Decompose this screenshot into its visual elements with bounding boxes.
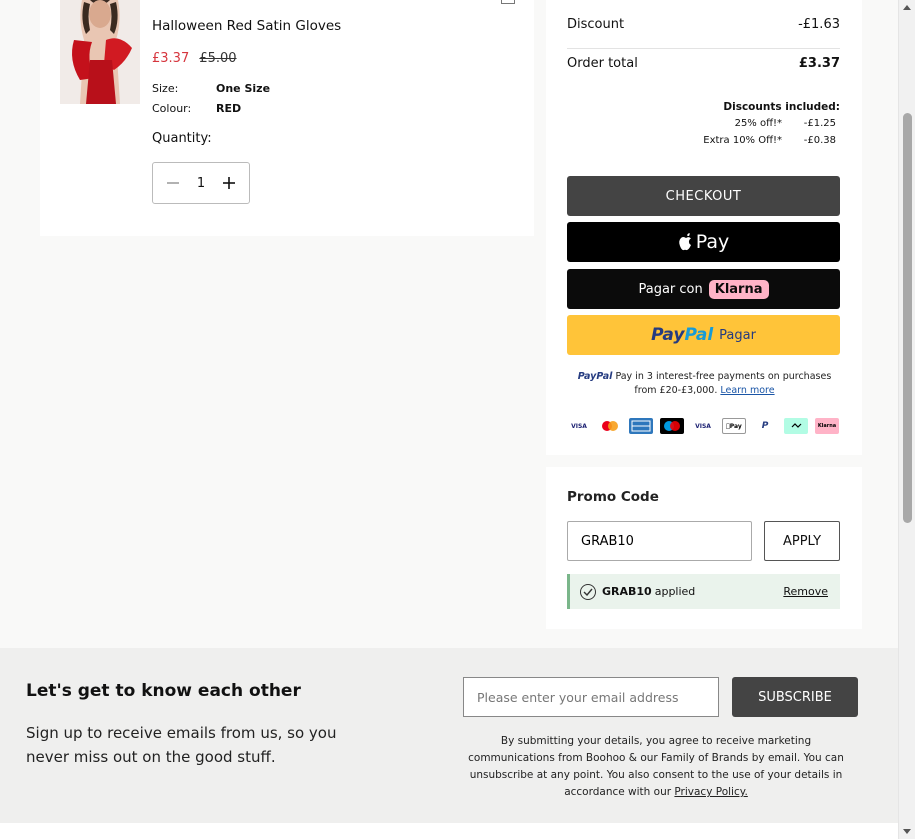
- original-price: £5.00: [199, 51, 237, 66]
- klarna-prefix: Pagar con: [638, 281, 703, 297]
- product-image[interactable]: [60, 0, 140, 104]
- quantity-label: Quantity:: [152, 131, 212, 146]
- quantity-value[interactable]: 1: [197, 176, 205, 191]
- colour-attribute: Colour: RED: [152, 102, 241, 115]
- discount-value: -£1.63: [798, 17, 840, 32]
- applied-code: GRAB10: [602, 585, 652, 598]
- klarna-icon: Klarna: [815, 418, 839, 434]
- colour-value: RED: [216, 102, 242, 115]
- scroll-down-arrow-icon[interactable]: [903, 829, 911, 834]
- footer-top-strip: [0, 823, 898, 839]
- paypal-logo-part2: Pal: [684, 325, 714, 345]
- discount-line: 25% off!* -£1.25: [662, 118, 836, 129]
- order-total-row: Order total £3.37: [567, 56, 840, 71]
- promo-title: Promo Code: [567, 489, 659, 505]
- newsletter-subtitle: Sign up to receive emails from us, so yo…: [26, 724, 337, 766]
- increase-quantity-button[interactable]: [219, 173, 239, 193]
- learn-more-link[interactable]: Learn more: [720, 385, 774, 396]
- paypal-info-logo: PayPal: [577, 371, 613, 382]
- apple-pay-label: Pay: [695, 231, 730, 253]
- product-title[interactable]: Halloween Red Satin Gloves: [152, 18, 341, 34]
- discount-line: Extra 10% Off!* -£0.38: [662, 135, 836, 146]
- discount-label: Discount: [567, 17, 625, 32]
- paypal-button[interactable]: PayPal Pagar: [567, 315, 840, 355]
- paypal-pay-in-3-message: PayPal Pay in 3 interest-free payments o…: [567, 370, 842, 398]
- apple-pay-button[interactable]: Pay: [567, 222, 840, 262]
- newsletter-title: Let's get to know each other: [26, 681, 301, 701]
- discount-name: 25% off!*: [734, 118, 782, 129]
- sale-price: £3.37: [152, 51, 190, 66]
- email-field[interactable]: [463, 677, 719, 717]
- discount-amount: -£0.38: [803, 135, 836, 146]
- discount-amount: -£1.25: [803, 118, 836, 129]
- privacy-policy-link[interactable]: Privacy Policy.: [674, 786, 747, 798]
- paypal-logo-part1: Pay: [651, 325, 685, 345]
- newsletter-legal: By submitting your details, you agree to…: [456, 733, 856, 801]
- discount-name: Extra 10% Off!*: [703, 135, 782, 146]
- remove-item-icon[interactable]: [501, 0, 515, 4]
- mastercard-icon: [598, 418, 622, 434]
- scrollbar-thumb[interactable]: [903, 113, 912, 523]
- order-total-label: Order total: [567, 56, 638, 71]
- paypal-logo: PayPal: [651, 325, 713, 345]
- visa-icon: VISA: [571, 422, 587, 430]
- quantity-stepper: 1: [152, 162, 250, 204]
- payment-methods: VISA VISA Pay P Klarna: [567, 418, 839, 434]
- cart-item-card: Halloween Red Satin Gloves £3.37 £5.00 S…: [40, 0, 534, 236]
- price-row: £3.37 £5.00: [152, 51, 237, 66]
- promo-code-section: Promo Code APPLY GRAB10 applied Remove: [546, 467, 862, 629]
- size-attribute: Size: One Size: [152, 82, 270, 95]
- scroll-up-arrow-icon[interactable]: [903, 5, 911, 10]
- size-value: One Size: [216, 82, 271, 95]
- apple-pay-icon: Pay: [722, 418, 746, 434]
- newsletter-signup: Let's get to know each other Sign up to …: [0, 648, 898, 823]
- discounts-included-label: Discounts included:: [723, 101, 840, 113]
- order-total-value: £3.37: [798, 56, 840, 71]
- minus-icon: [167, 182, 179, 184]
- plus-icon: [223, 177, 235, 189]
- legal-text: By submitting your details, you agree to…: [468, 735, 844, 798]
- visa-electron-icon: VISA: [695, 422, 711, 430]
- page-scrollbar[interactable]: [898, 0, 915, 839]
- checkout-button[interactable]: CHECKOUT: [567, 176, 840, 216]
- decrease-quantity-button[interactable]: [163, 173, 183, 193]
- order-summary: Discount -£1.63 Order total £3.37 Discou…: [546, 0, 862, 455]
- apple-icon: [678, 233, 691, 251]
- subscribe-button[interactable]: SUBSCRIBE: [732, 677, 858, 717]
- clearpay-icon: [784, 418, 808, 434]
- size-label: Size:: [152, 82, 179, 95]
- remove-promo-link[interactable]: Remove: [783, 585, 828, 598]
- promo-code-input[interactable]: [567, 521, 752, 561]
- applied-text: applied: [654, 585, 696, 598]
- apply-promo-button[interactable]: APPLY: [764, 521, 840, 561]
- maestro-icon: [660, 418, 684, 434]
- klarna-button[interactable]: Pagar con Klarna: [567, 269, 840, 309]
- divider: [567, 48, 840, 49]
- discount-row: Discount -£1.63: [567, 17, 840, 32]
- paypal-action-label: Pagar: [719, 327, 756, 343]
- klarna-logo: Klarna: [708, 279, 769, 299]
- paypal-icon: P: [761, 421, 769, 431]
- check-circle-icon: [580, 583, 596, 600]
- promo-applied-banner: GRAB10 applied Remove: [567, 574, 840, 609]
- amex-icon: [629, 418, 653, 434]
- colour-label: Colour:: [152, 102, 192, 115]
